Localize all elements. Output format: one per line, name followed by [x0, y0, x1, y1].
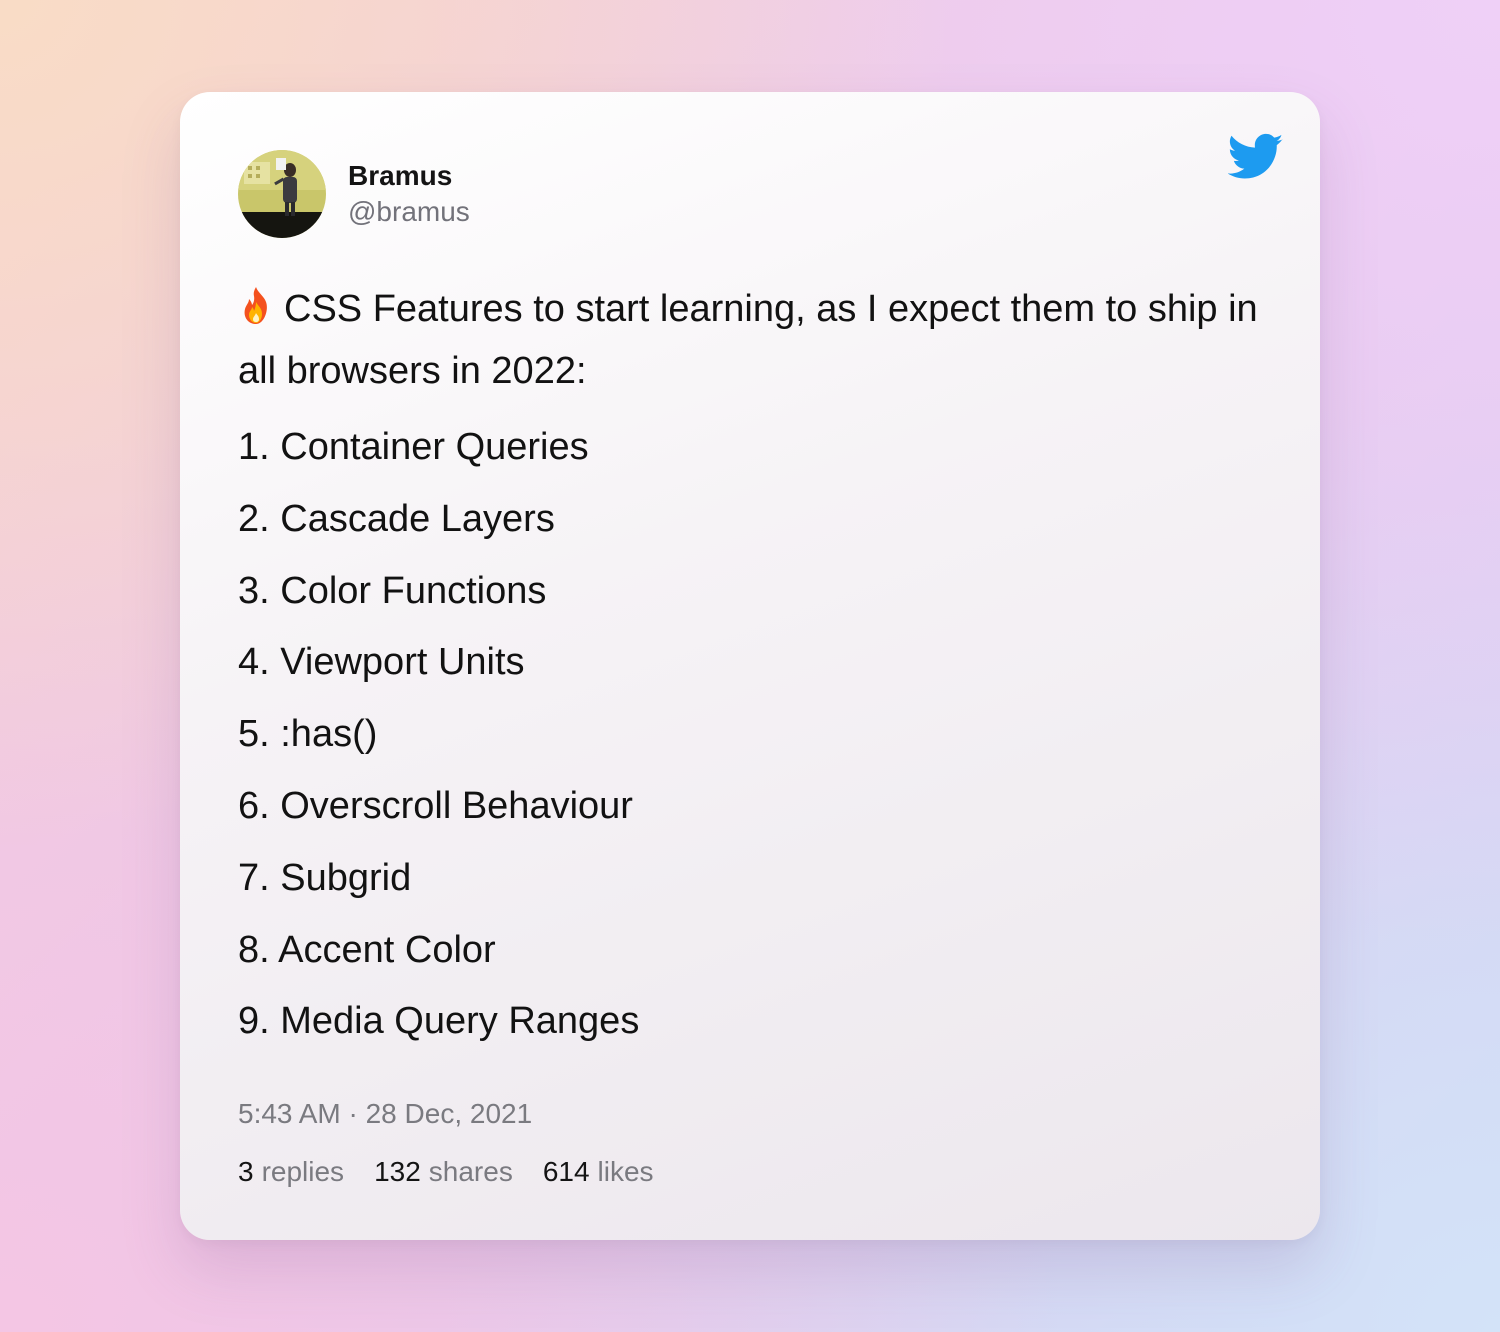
- tweet-card: Bramus @bramus CSS Features to start lea…: [180, 92, 1320, 1240]
- replies-stat[interactable]: 3 replies: [238, 1156, 344, 1188]
- feature-list: 1. Container Queries 2. Cascade Layers 3…: [238, 412, 639, 1058]
- tweet-stats: 3 replies 132 shares 614 likes: [238, 1156, 654, 1188]
- avatar[interactable]: [238, 150, 326, 238]
- shares-label: shares: [428, 1156, 513, 1187]
- list-item: 9. Media Query Ranges: [238, 1000, 640, 1043]
- author-handle[interactable]: @bramus: [348, 196, 470, 228]
- replies-label: replies: [261, 1156, 345, 1187]
- list-item: 2. Cascade Layers: [238, 497, 555, 540]
- list-item: 5. :has(): [238, 713, 378, 756]
- author-name[interactable]: Bramus: [348, 160, 452, 192]
- fire-emoji-icon: [238, 283, 274, 324]
- list-item: 8. Accent Color: [238, 928, 496, 971]
- list-item: 3. Color Functions: [238, 569, 547, 612]
- shares-stat[interactable]: 132 shares: [374, 1156, 513, 1188]
- list-item: 6. Overscroll Behaviour: [238, 784, 633, 827]
- replies-count: 3: [238, 1156, 254, 1187]
- likes-stat[interactable]: 614 likes: [543, 1156, 654, 1188]
- tweet-text: CSS Features to start learning, as I exp…: [238, 278, 1268, 402]
- tweet-timestamp[interactable]: 5:43 AM · 28 Dec, 2021: [238, 1098, 532, 1130]
- shares-count: 132: [374, 1156, 421, 1187]
- list-item: 1. Container Queries: [238, 426, 589, 468]
- twitter-bird-icon[interactable]: [1227, 132, 1284, 182]
- tweet-intro-text: CSS Features to start learning, as I exp…: [238, 288, 1258, 392]
- list-item: 7. Subgrid: [238, 856, 412, 899]
- avatar-photo: [238, 150, 326, 238]
- likes-label: likes: [597, 1156, 654, 1187]
- list-item: 4. Viewport Units: [238, 641, 525, 684]
- likes-count: 614: [542, 1156, 590, 1187]
